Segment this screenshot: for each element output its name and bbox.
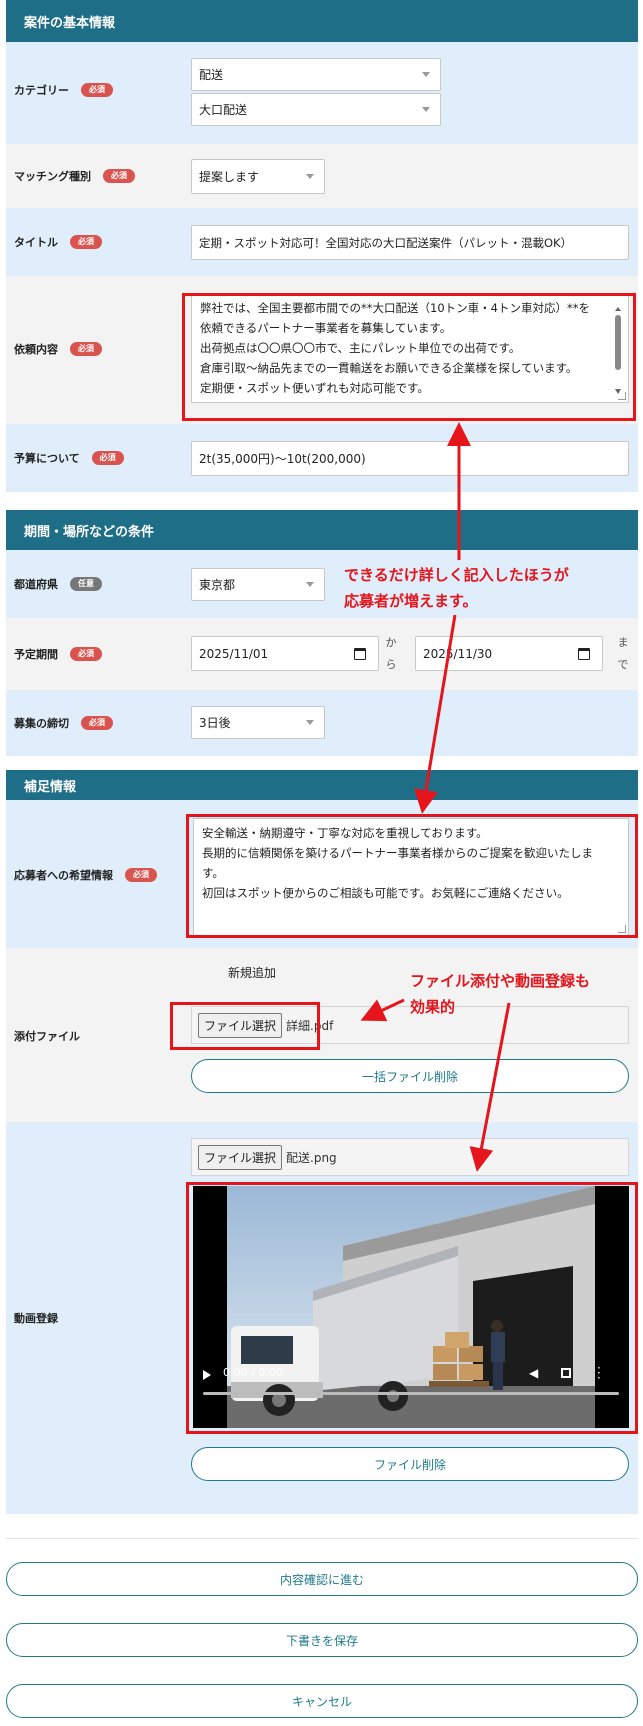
arrow-left-icon: [360, 998, 405, 1022]
arrow-down-icon: [414, 614, 457, 814]
annotation-arrows: [360, 422, 511, 1172]
arrow-down-icon: [469, 1002, 511, 1172]
